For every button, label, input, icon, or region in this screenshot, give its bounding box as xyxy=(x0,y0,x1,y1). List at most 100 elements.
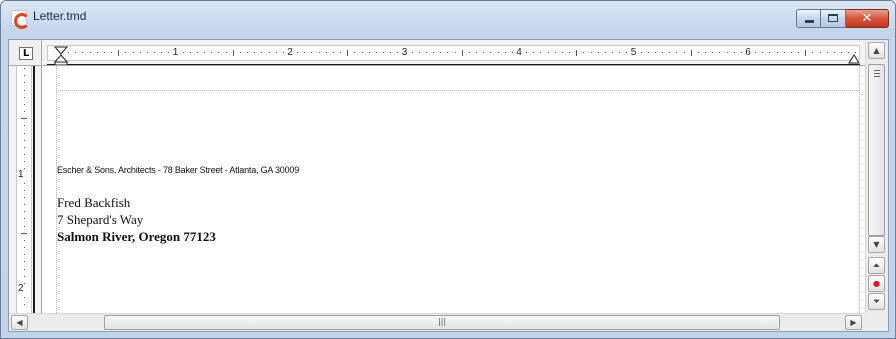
maximize-icon xyxy=(828,14,838,22)
vruler-dot-tick xyxy=(24,111,25,113)
thumb-grip-line xyxy=(874,70,880,71)
letterhead-line[interactable]: Escher & Sons, Architects - 78 Baker Str… xyxy=(57,165,299,175)
ruler-dot-tick xyxy=(397,52,399,53)
ruler-dot-tick xyxy=(196,52,198,53)
ruler-dot-tick xyxy=(247,52,249,53)
ruler-dot-tick xyxy=(418,52,420,53)
ruler-dot-tick xyxy=(468,52,470,53)
ruler-dot-tick xyxy=(182,52,184,53)
document-page[interactable]: Escher & Sons, Architects - 78 Baker Str… xyxy=(42,66,865,313)
ruler-dot-tick xyxy=(275,52,277,53)
vertical-ruler[interactable]: 12 xyxy=(9,66,42,313)
ruler-half-inch-tick xyxy=(690,50,692,56)
ruler-dot-tick xyxy=(511,52,513,53)
vruler-dot-tick xyxy=(24,204,25,206)
maximize-button[interactable] xyxy=(821,9,846,28)
ruler-dot-tick xyxy=(719,52,721,53)
ruler-dot-tick xyxy=(411,52,413,53)
left-indent-marker[interactable] xyxy=(54,46,68,66)
ruler-dot-tick xyxy=(726,52,728,53)
ruler-dot-tick xyxy=(819,52,821,53)
ruler-dot-tick xyxy=(755,52,757,53)
vruler-dot-tick xyxy=(24,304,25,306)
vruler-dot-tick xyxy=(24,247,25,249)
ruler-dot-tick xyxy=(211,52,213,53)
vruler-dot-tick xyxy=(24,218,25,220)
vruler-dot-tick xyxy=(24,239,25,241)
vruler-dot-tick xyxy=(24,211,25,213)
vruler-dot-tick xyxy=(24,189,25,191)
title-bar[interactable]: Letter.tmd ✕ xyxy=(1,1,895,31)
vruler-dot-tick xyxy=(24,154,25,156)
ruler-half-inch-tick xyxy=(461,50,463,56)
ruler-dot-tick xyxy=(132,52,134,53)
ruler-dot-tick xyxy=(75,52,77,53)
tab-type-selector[interactable]: L xyxy=(19,47,33,60)
textmaker-document-icon[interactable] xyxy=(11,10,30,29)
ruler-dot-tick xyxy=(590,52,592,53)
ruler-dot-tick xyxy=(375,52,377,53)
ruler-half-inch-tick xyxy=(805,50,807,56)
ruler-dot-tick xyxy=(476,52,478,53)
right-indent-marker[interactable] xyxy=(848,54,860,64)
vruler-dot-tick xyxy=(24,96,25,98)
scroll-left-button[interactable]: ◀ xyxy=(11,315,28,330)
scroll-up-button[interactable]: ▲ xyxy=(868,42,885,59)
recipient-name[interactable]: Fred Backfish xyxy=(57,195,130,211)
thumb-grip-line xyxy=(874,76,880,77)
minimize-icon xyxy=(805,20,814,23)
ruler-dot-tick xyxy=(103,52,105,53)
ruler-dot-tick xyxy=(561,52,563,53)
recipient-city-line[interactable]: Salmon River, Oregon 77123 xyxy=(57,229,216,245)
ruler-dot-tick xyxy=(383,52,385,53)
ruler-number-4: 4 xyxy=(516,47,522,58)
scroll-right-button[interactable]: ▶ xyxy=(845,315,862,330)
scroll-down-button[interactable]: ▼ xyxy=(868,236,885,253)
vertical-scrollbar[interactable]: ▲ ▼ ⏶ ● ⏷ xyxy=(865,40,888,313)
ruler-dot-tick xyxy=(361,52,363,53)
ruler-corner: L xyxy=(9,40,42,66)
ruler-dot-tick xyxy=(848,52,850,53)
ruler-number-1: 1 xyxy=(172,47,179,58)
vruler-dot-tick xyxy=(24,182,25,184)
ruler-dot-tick xyxy=(640,52,642,53)
ruler-dot-tick xyxy=(569,52,571,53)
ruler-dot-tick xyxy=(604,52,606,53)
horizontal-ruler[interactable]: 1 2 3 4 5 6 xyxy=(42,40,865,66)
ruler-dot-tick xyxy=(146,52,148,53)
vruler-dot-tick xyxy=(24,268,25,270)
ruler-dot-tick xyxy=(168,52,170,53)
ruler-dot-tick xyxy=(762,52,764,53)
ruler-dot-tick xyxy=(89,52,91,53)
vruler-dot-tick xyxy=(24,89,25,91)
horizontal-scrollbar[interactable]: ◀ ||| ▶ xyxy=(9,313,865,331)
vruler-half-inch-tick xyxy=(21,118,27,120)
ruler-dot-tick xyxy=(239,52,241,53)
recipient-street[interactable]: 7 Shepard's Way xyxy=(57,212,143,228)
ruler-dot-tick xyxy=(554,52,556,53)
ruler-half-inch-tick xyxy=(232,50,234,56)
ruler-dot-tick xyxy=(669,52,671,53)
previous-page-button[interactable]: ⏶ xyxy=(868,257,885,274)
ruler-dot-tick xyxy=(654,52,656,53)
vruler-dot-tick xyxy=(24,161,25,163)
vruler-dot-tick xyxy=(24,261,25,263)
browse-object-button[interactable]: ● xyxy=(868,275,885,292)
ruler-dot-tick xyxy=(497,52,499,53)
vruler-dot-tick xyxy=(24,132,25,134)
next-page-button[interactable]: ⏷ xyxy=(868,293,885,310)
horizontal-scroll-thumb[interactable]: ||| xyxy=(104,315,780,330)
ruler-dot-tick xyxy=(705,52,707,53)
vertical-scroll-thumb[interactable] xyxy=(868,64,885,236)
vruler-dot-tick xyxy=(24,168,25,170)
ruler-dot-tick xyxy=(311,52,313,53)
ruler-dot-tick xyxy=(597,52,599,53)
ruler-dot-tick xyxy=(318,52,320,53)
close-button[interactable]: ✕ xyxy=(846,9,889,28)
ruler-dot-tick xyxy=(769,52,771,53)
vruler-dot-tick xyxy=(24,297,25,299)
minimize-button[interactable] xyxy=(796,9,821,28)
vruler-number-1: 1 xyxy=(18,168,24,180)
vruler-dot-tick xyxy=(24,254,25,256)
ruler-dot-tick xyxy=(425,52,427,53)
